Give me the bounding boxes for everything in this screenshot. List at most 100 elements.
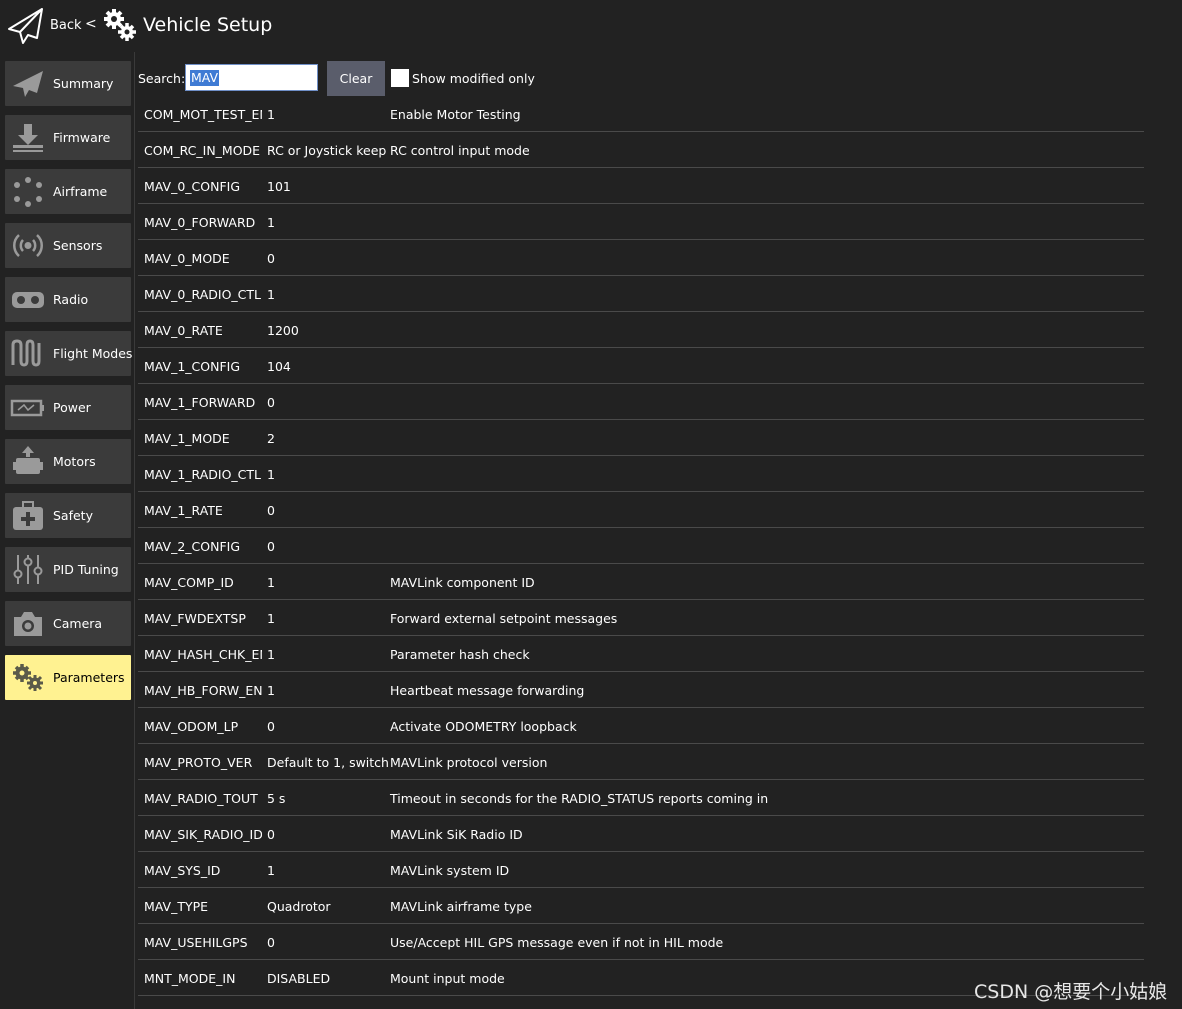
battery-icon xyxy=(10,399,44,417)
param-value-cell: RC or Joystick keep fir xyxy=(267,143,388,158)
param-name-cell: MAV_USEHILGPS xyxy=(144,935,248,950)
sidebar-item-airframe[interactable]: Airframe xyxy=(5,169,131,214)
breadcrumb-separator: < xyxy=(85,16,97,32)
watermark: CSDN @想要个小姑娘 xyxy=(974,981,1168,1003)
first-aid-icon xyxy=(13,501,43,530)
sensors-icon xyxy=(13,234,43,257)
sidebar-item-label: Safety xyxy=(53,508,93,523)
table-row[interactable]: MAV_1_MODE 2 xyxy=(138,420,1144,456)
param-value-cell: 1 xyxy=(267,647,275,662)
param-description-cell: Activate ODOMETRY loopback xyxy=(390,719,577,734)
param-name-cell: MAV_1_MODE xyxy=(144,431,230,446)
page-title: Vehicle Setup xyxy=(143,14,273,36)
motor-icon xyxy=(13,446,43,474)
param-description-cell: MAVLink protocol version xyxy=(390,755,548,770)
sidebar-item-motors[interactable]: Motors xyxy=(5,439,131,484)
sidebar-item-summary[interactable]: Summary xyxy=(5,61,131,106)
table-row[interactable]: MAV_0_CONFIG 101 xyxy=(138,168,1144,204)
sidebar-item-safety[interactable]: Safety xyxy=(5,493,131,538)
sidebar-item-flight-modes[interactable]: Flight Modes xyxy=(5,331,132,376)
param-value-cell: 0 xyxy=(267,251,275,266)
sidebar-item-label: Summary xyxy=(53,76,114,91)
param-name-cell: MAV_1_RATE xyxy=(144,503,223,518)
table-row[interactable]: MAV_2_CONFIG 0 xyxy=(138,528,1144,564)
table-row[interactable]: MAV_ODOM_LP 0 Activate ODOMETRY loopback xyxy=(138,708,1144,744)
table-row[interactable]: MAV_SIK_RADIO_ID 0 MAVLink SiK Radio ID xyxy=(138,816,1144,852)
table-row[interactable]: MAV_HB_FORW_EN 1 Heartbeat message forward… xyxy=(138,672,1144,708)
paper-plane-icon xyxy=(13,71,43,97)
param-description-cell: Enable Motor Testing xyxy=(390,107,521,122)
table-row[interactable]: MAV_SYS_ID 1 MAVLink system ID xyxy=(138,852,1144,888)
param-description-cell: MAVLink SiK Radio ID xyxy=(390,827,523,842)
sidebar-item-label: Parameters xyxy=(53,670,125,685)
flight-modes-icon xyxy=(11,339,41,367)
sidebar-item-firmware[interactable]: Firmware xyxy=(5,115,131,160)
param-name-cell: MNT_MODE_IN xyxy=(144,971,236,986)
table-row[interactable]: MAV_FWDEXTSP 1 Forward external setpoint m… xyxy=(138,600,1144,636)
download-icon xyxy=(13,124,43,152)
param-name-cell: MAV_TYPE xyxy=(144,899,209,914)
sidebar-item-label: PID Tuning xyxy=(53,562,119,577)
show-modified-checkbox[interactable] xyxy=(391,69,409,87)
back-link[interactable]: Back xyxy=(50,18,82,33)
show-modified-label: Show modified only xyxy=(412,71,535,86)
param-name-cell: MAV_ODOM_LP xyxy=(144,719,239,734)
param-value-cell: 1 xyxy=(267,575,275,590)
table-row[interactable]: COM_RC_IN_MODE RC or Joystick keep firRC … xyxy=(138,132,1144,168)
camera-icon xyxy=(14,612,42,636)
table-row[interactable]: MAV_COMP_ID 1 MAVLink component ID xyxy=(138,564,1144,600)
sidebar-item-parameters[interactable]: Parameters xyxy=(5,655,131,700)
param-name-cell: MAV_0_FORWARD xyxy=(144,215,256,230)
sidebar: Summary Firmware Airframe Sensors Radio … xyxy=(0,52,135,1009)
paper-plane-back-icon[interactable] xyxy=(6,6,46,46)
table-row[interactable]: MAV_0_RATE 1200 xyxy=(138,312,1144,348)
search-label: Search: xyxy=(138,71,186,86)
table-row[interactable]: MAV_HASH_CHK_EN 1 Parameter hash check xyxy=(138,636,1144,672)
param-name-cell: MAV_COMP_ID xyxy=(144,575,234,590)
sidebar-item-power[interactable]: Power xyxy=(5,385,131,430)
table-row[interactable]: MAV_0_FORWARD 1 xyxy=(138,204,1144,240)
sidebar-item-label: Power xyxy=(53,400,91,415)
param-value-cell: 1 xyxy=(267,107,275,122)
table-row[interactable]: MAV_0_MODE 0 xyxy=(138,240,1144,276)
param-value-cell: 0 xyxy=(267,539,275,554)
param-value-cell: 1 xyxy=(267,683,275,698)
param-name-cell: MAV_0_CONFIG xyxy=(144,179,241,194)
param-value-cell: 0 xyxy=(267,395,275,410)
table-row[interactable]: MAV_1_RADIO_CTL 1 xyxy=(138,456,1144,492)
table-row[interactable]: MAV_PROTO_VER Default to 1, switch toMAVL… xyxy=(138,744,1144,780)
param-value-cell: 1200 xyxy=(267,323,299,338)
param-description-cell: RC control input mode xyxy=(390,143,530,158)
clear-button[interactable]: Clear xyxy=(327,61,385,96)
table-row[interactable]: MAV_1_RATE 0 xyxy=(138,492,1144,528)
table-row[interactable]: MAV_0_RADIO_CTL 1 xyxy=(138,276,1144,312)
table-row[interactable]: MAV_USEHILGPS 0 Use/Accept HIL GPS message… xyxy=(138,924,1144,960)
sidebar-item-radio[interactable]: Radio xyxy=(5,277,131,322)
param-name-cell: MAV_SYS_ID xyxy=(144,863,221,878)
top-bar: Back < Vehicle Setup xyxy=(0,0,1182,52)
sidebar-item-camera[interactable]: Camera xyxy=(5,601,131,646)
table-row[interactable]: MAV_TYPE Quadrotor MAVLink airframe type xyxy=(138,888,1144,924)
param-value-cell: 1 xyxy=(267,467,275,482)
param-description-cell: MAVLink component ID xyxy=(390,575,535,590)
table-row[interactable]: COM_MOT_TEST_EN 1 Enable Motor Testing xyxy=(138,96,1144,132)
radio-icon xyxy=(12,292,44,308)
param-value-cell: 0 xyxy=(267,827,275,842)
table-row[interactable]: MAV_1_FORWARD 0 xyxy=(138,384,1144,420)
param-description-cell: MAVLink system ID xyxy=(390,863,510,878)
sidebar-item-label: Sensors xyxy=(53,238,103,253)
param-name-cell: MAV_0_MODE xyxy=(144,251,230,266)
param-description-cell: Heartbeat message forwarding xyxy=(390,683,585,698)
table-row[interactable]: MAV_RADIO_TOUT 5 s Timeout in seconds for … xyxy=(138,780,1144,816)
param-name-cell: MAV_HB_FORW_EN xyxy=(144,683,262,698)
sidebar-item-pid-tuning[interactable]: PID Tuning xyxy=(5,547,131,592)
param-value-cell: 101 xyxy=(267,179,291,194)
param-name-cell: MAV_HASH_CHK_EN xyxy=(144,647,262,662)
table-row[interactable]: MAV_1_CONFIG 104 xyxy=(138,348,1144,384)
param-name-cell: MAV_1_FORWARD xyxy=(144,395,256,410)
param-name-cell: MAV_PROTO_VER xyxy=(144,755,253,770)
param-name-cell: MAV_2_CONFIG xyxy=(144,539,241,554)
param-name-cell: MAV_SIK_RADIO_ID xyxy=(144,827,262,842)
param-description-cell: Mount input mode xyxy=(390,971,505,986)
sidebar-item-sensors[interactable]: Sensors xyxy=(5,223,131,268)
